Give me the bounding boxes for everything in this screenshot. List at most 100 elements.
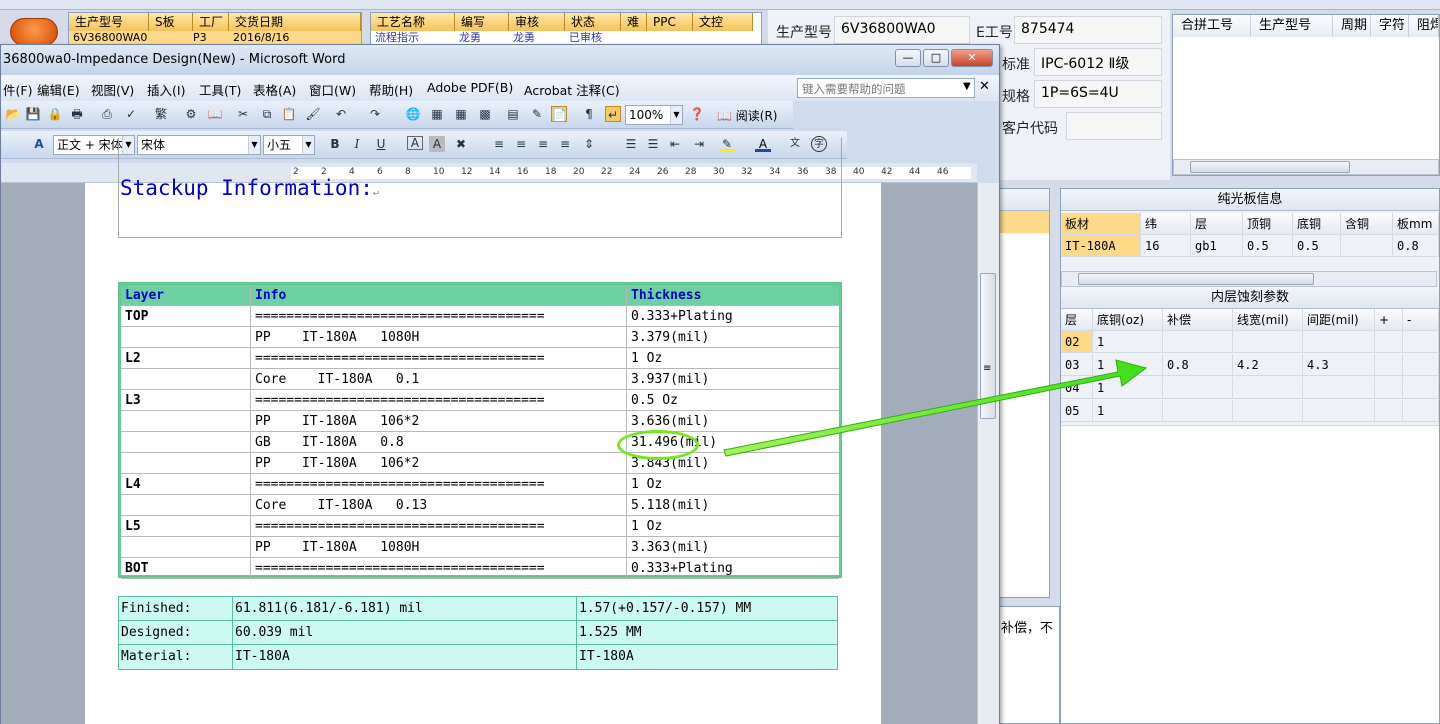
info-cell[interactable]: PP IT-180A 1080H [251, 537, 627, 558]
word-titlebar[interactable]: 36800wa0-Impedance Design(New) - Microso… [1, 45, 999, 75]
grid-header[interactable]: 工艺名称 [371, 13, 455, 31]
summary-cell[interactable]: IT-180A [577, 645, 837, 669]
summary-cell[interactable]: IT-180A [233, 645, 577, 669]
layer-cell[interactable]: TOP [121, 306, 251, 327]
board-header[interactable]: 层 [1191, 213, 1243, 235]
tables-borders-icon[interactable]: ▦ [429, 106, 445, 122]
info-cell[interactable]: ===================================== [251, 516, 627, 537]
grid-header[interactable]: 审核 [509, 13, 565, 31]
paragraph-marks-icon[interactable]: ↵ [605, 106, 621, 122]
maximize-button[interactable]: □ [923, 49, 949, 67]
scroll-thumb[interactable] [980, 273, 996, 419]
etch-cell[interactable]: 4.3 [1303, 354, 1375, 376]
print-icon[interactable]: ⎙ [99, 106, 115, 122]
cut-icon[interactable]: ✂ [235, 106, 251, 122]
layer-cell[interactable]: L5 [121, 516, 251, 537]
grid-cell[interactable]: 已审核 [569, 31, 602, 45]
grid-header[interactable]: 难 [621, 13, 647, 31]
board-cell[interactable]: 0.5 [1293, 235, 1341, 257]
layer-cell[interactable] [121, 495, 251, 516]
board-header[interactable]: 顶铜 [1243, 213, 1293, 235]
open-icon[interactable]: 📂 [5, 106, 21, 122]
summary-cell[interactable]: 1.525 MM [577, 621, 837, 645]
thickness-cell[interactable]: 3.363(mil) [627, 537, 839, 558]
board-header[interactable]: 纬 [1141, 213, 1191, 235]
grid-header[interactable]: 合拼工号 [1173, 15, 1251, 37]
layer-cell[interactable]: L2 [121, 348, 251, 369]
board-header[interactable]: 板材 [1061, 213, 1141, 235]
header-layer[interactable]: Layer [121, 285, 251, 306]
etch-cell[interactable] [1233, 331, 1303, 353]
info-cell[interactable]: PP IT-180A 106*2 [251, 411, 627, 432]
help-search-input[interactable]: 键入需要帮助的问题 [797, 78, 975, 98]
scroll-thumb[interactable] [1078, 273, 1314, 285]
save-icon[interactable]: 💾 [25, 106, 41, 122]
etch-header[interactable]: 间距(mil) [1303, 309, 1375, 331]
etch-cell[interactable] [1375, 377, 1403, 399]
grid-header[interactable]: 字符 [1371, 15, 1409, 37]
board-cell[interactable]: gb1 [1191, 235, 1243, 257]
info-cell[interactable]: PP IT-180A 1080H [251, 327, 627, 348]
header-info[interactable]: Info [251, 285, 627, 306]
convert-icon[interactable]: ⚙ [183, 106, 199, 122]
etch-cell[interactable] [1163, 331, 1233, 353]
etch-cell[interactable] [1375, 331, 1403, 353]
etch-cell[interactable]: 03 [1061, 354, 1093, 376]
thickness-cell[interactable]: 3.379(mil) [627, 327, 839, 348]
grid-cell[interactable]: 龙勇 [513, 31, 535, 45]
standard-field[interactable]: IPC-6012 Ⅱ级 [1034, 48, 1162, 76]
styles-icon[interactable]: A [31, 136, 47, 152]
thickness-cell[interactable]: 3.937(mil) [627, 369, 839, 390]
etch-cell[interactable]: 04 [1061, 377, 1093, 399]
zoom-select[interactable]: 100% ▼ [625, 105, 683, 125]
etch-cell[interactable]: 02 [1061, 331, 1093, 353]
grid-header[interactable]: 周期 [1333, 15, 1371, 37]
eng-no-field[interactable]: 875474 [1014, 16, 1162, 44]
help-icon[interactable]: ❓ [689, 106, 705, 122]
grid-header[interactable]: 阻焊 [1409, 15, 1439, 37]
summary-cell[interactable]: 61.811(6.181/-6.181) mil [233, 597, 577, 621]
etch-cell[interactable] [1303, 331, 1375, 353]
etch-cell[interactable] [1403, 400, 1439, 422]
thickness-cell[interactable]: 1 Oz [627, 516, 839, 537]
horizontal-scrollbar[interactable] [1061, 271, 1437, 287]
etch-cell[interactable] [1233, 400, 1303, 422]
info-cell[interactable]: ===================================== [251, 558, 627, 579]
thickness-cell[interactable]: 5.118(mil) [627, 495, 839, 516]
info-cell[interactable]: ===================================== [251, 474, 627, 495]
menu-insert[interactable]: 插入(I) [147, 80, 185, 99]
summary-cell[interactable]: 60.039 mil [233, 621, 577, 645]
layer-cell[interactable] [121, 327, 251, 348]
layer-cell[interactable] [121, 411, 251, 432]
header-thickness[interactable]: Thickness [627, 285, 839, 306]
etch-header[interactable]: 补偿 [1163, 309, 1233, 331]
etch-header[interactable]: - [1403, 309, 1439, 331]
layer-cell[interactable] [121, 537, 251, 558]
layer-cell[interactable]: BOT [121, 558, 251, 579]
columns-icon[interactable]: ▤ [505, 106, 521, 122]
etch-cell[interactable]: 4.2 [1233, 354, 1303, 376]
spelling-icon[interactable]: ✓ [123, 106, 139, 122]
etch-cell[interactable]: 05 [1061, 400, 1093, 422]
close-doc-icon[interactable]: ✕ [979, 79, 990, 94]
grid-header[interactable]: 文控 [693, 13, 753, 31]
grid-cell[interactable]: 6V36800WA0 [73, 31, 147, 45]
etch-cell[interactable] [1303, 400, 1375, 422]
thickness-cell[interactable]: 0.333+Plating [627, 306, 839, 327]
menu-adobe-pdf[interactable]: Adobe PDF(B) [427, 80, 513, 95]
board-cell[interactable]: 0.8 [1393, 235, 1439, 257]
board-header[interactable]: 板mm [1393, 213, 1439, 235]
etch-cell[interactable] [1233, 377, 1303, 399]
thickness-cell[interactable]: 1 Oz [627, 474, 839, 495]
grid-header[interactable]: 生产型号 [1251, 15, 1333, 37]
etch-header[interactable]: 底铜(oz) [1093, 309, 1163, 331]
print-preview-icon[interactable]: 🖶 [69, 106, 85, 122]
summary-cell[interactable]: Designed: [119, 621, 233, 645]
layer-cell[interactable]: L4 [121, 474, 251, 495]
scroll-thumb[interactable] [1190, 161, 1350, 173]
menu-table[interactable]: 表格(A) [253, 80, 296, 99]
close-window-button[interactable]: ✕ [951, 49, 993, 67]
menu-view[interactable]: 视图(V) [91, 80, 134, 99]
etch-cell[interactable] [1163, 377, 1233, 399]
permission-icon[interactable]: 🔒 [47, 106, 63, 122]
